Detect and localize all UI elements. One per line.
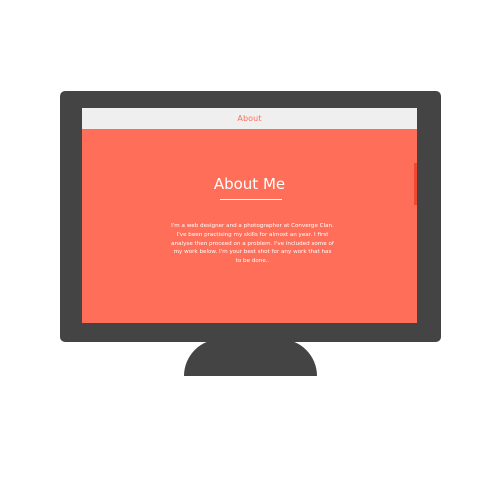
monitor-screen: About About Me I'm a web designer and a …: [82, 108, 417, 323]
heading-underline: [220, 199, 282, 200]
monitor-stand: [184, 339, 317, 376]
window-titlebar: About: [82, 108, 417, 129]
about-description: I'm a web designer and a photographer at…: [171, 223, 334, 265]
window-title[interactable]: About: [237, 114, 261, 123]
scene: About About Me I'm a web designer and a …: [0, 0, 500, 500]
about-heading: About Me: [213, 175, 286, 193]
